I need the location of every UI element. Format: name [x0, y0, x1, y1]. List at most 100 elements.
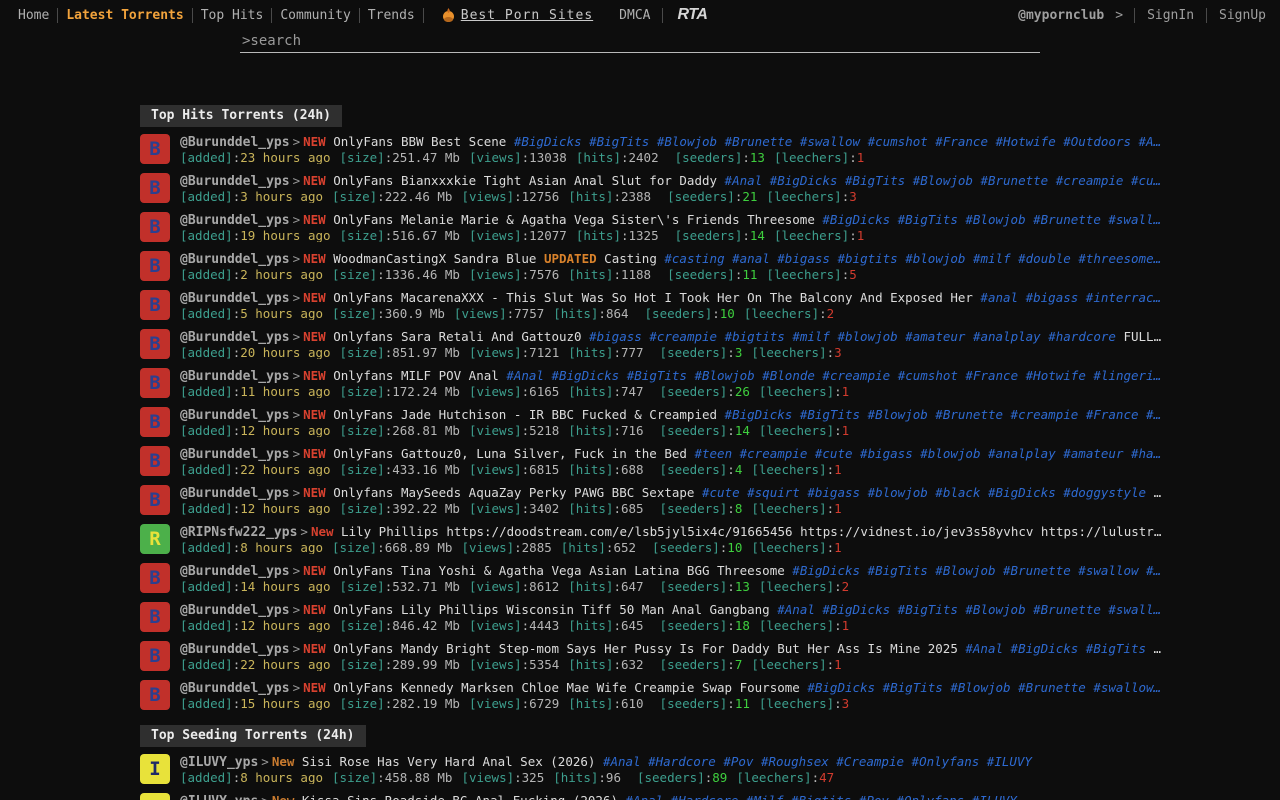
uploader-avatar[interactable]: B	[140, 134, 170, 164]
hashtag-link[interactable]: #BigTits	[1078, 641, 1146, 656]
hashtag-link[interactable]: #Blowjob	[860, 407, 928, 422]
uploader-avatar[interactable]: B	[140, 407, 170, 437]
hashtag-link[interactable]: #BigTits	[860, 563, 928, 578]
uploader-name[interactable]: @ILUVY_yps	[180, 794, 258, 800]
hashtag-link[interactable]: #cumshot	[860, 134, 928, 149]
hashtag-link[interactable]: #BigDicks	[815, 602, 890, 617]
uploader-avatar[interactable]: B	[140, 641, 170, 671]
uploader-avatar[interactable]: B	[140, 290, 170, 320]
hashtag-link[interactable]: #ha…	[1123, 446, 1161, 461]
torrent-title[interactable]: OnlyFans Bianxxxkie Tight Asian Anal Slu…	[333, 173, 717, 188]
hashtag-link[interactable]: #Anal	[958, 641, 1003, 656]
hashtag-link[interactable]: #Blonde	[755, 368, 815, 383]
hashtag-link[interactable]: #creampie	[815, 368, 890, 383]
hashtag-link[interactable]: #BigTits	[582, 134, 650, 149]
hashtag-link[interactable]: #BigTits	[890, 602, 958, 617]
hashtag-link[interactable]: #analplay	[980, 446, 1055, 461]
uploader-avatar[interactable]: I	[140, 754, 170, 784]
hashtag-link[interactable]: #Bigtits	[784, 793, 852, 800]
search-input[interactable]	[240, 31, 1040, 53]
hashtag-link[interactable]: #Hardcore	[663, 793, 738, 800]
torrent-title[interactable]: OnlyFans Tina Yoshi & Agatha Vega Asian …	[333, 563, 785, 578]
hashtag-link[interactable]: #milf	[785, 329, 830, 344]
hashtag-link[interactable]: #cute	[694, 485, 739, 500]
hashtag-link[interactable]: #BigTits	[875, 680, 943, 695]
best-porn-sites-link[interactable]: Best Porn Sites	[461, 8, 593, 23]
uploader-name[interactable]: @Burunddel_yps	[180, 174, 290, 189]
hashtag-link[interactable]: #creampie	[642, 329, 717, 344]
uploader-avatar[interactable]: R	[140, 524, 170, 554]
hashtag-link[interactable]: #blowjob	[898, 251, 966, 266]
hashtag-link[interactable]: #BigDicks	[785, 563, 860, 578]
hashtag-link[interactable]: #bigass	[770, 251, 830, 266]
uploader-name[interactable]: @Burunddel_yps	[180, 564, 290, 579]
hashtag-link[interactable]: #bigass	[853, 446, 913, 461]
hashtag-link[interactable]: #France	[958, 368, 1018, 383]
hashtag-link[interactable]: #BigDicks	[544, 368, 619, 383]
uploader-avatar[interactable]: B	[140, 329, 170, 359]
torrent-title[interactable]: OnlyFans Melanie Marie & Agatha Vega Sis…	[333, 212, 815, 227]
hashtag-link[interactable]: #blowjob	[830, 329, 898, 344]
uploader-name[interactable]: @Burunddel_yps	[180, 642, 290, 657]
hashtag-link[interactable]: #A…	[1131, 134, 1161, 149]
hashtag-link[interactable]: #swallow	[792, 134, 860, 149]
hashtag-link[interactable]: #double	[1011, 251, 1071, 266]
hashtag-link[interactable]: #Onlyfans	[889, 793, 964, 800]
uploader-avatar[interactable]: B	[140, 680, 170, 710]
uploader-name[interactable]: @ILUVY_yps	[180, 755, 258, 770]
hashtag-link[interactable]: #anal	[973, 290, 1018, 305]
hashtag-link[interactable]: #Outdoors	[1056, 134, 1131, 149]
torrent-title[interactable]: WoodmanCastingX Sandra Blue	[333, 251, 536, 266]
torrent-title[interactable]: OnlyFans Mandy Bright Step-mom Says Her …	[333, 641, 958, 656]
uploader-name[interactable]: @Burunddel_yps	[180, 252, 290, 267]
hashtag-link[interactable]: #ILUVY	[964, 793, 1017, 800]
hashtag-link[interactable]: #Brunette	[996, 563, 1071, 578]
uploader-name[interactable]: @Burunddel_yps	[180, 447, 290, 462]
uploader-name[interactable]: @Burunddel_yps	[180, 330, 290, 345]
hashtag-link[interactable]: #Anal	[595, 754, 640, 769]
hashtag-link[interactable]: #Brunette	[928, 407, 1003, 422]
hashtag-link[interactable]: #Pov	[851, 793, 889, 800]
hashtag-link[interactable]: #analplay	[965, 329, 1040, 344]
hashtag-link[interactable]: #swallow	[1071, 563, 1139, 578]
hashtag-link[interactable]: #blowjob	[913, 446, 981, 461]
hashtag-link[interactable]: #swall…	[1101, 602, 1161, 617]
torrent-title[interactable]: OnlyFans Gattouz0, Luna Silver, Fuck in …	[333, 446, 687, 461]
hashtag-link[interactable]: #Blowjob	[943, 680, 1011, 695]
uploader-avatar[interactable]: I	[140, 793, 170, 800]
uploader-name[interactable]: @Burunddel_yps	[180, 408, 290, 423]
hashtag-link[interactable]: #ILUVY	[979, 754, 1032, 769]
hashtag-link[interactable]: #black	[928, 485, 981, 500]
uploader-avatar[interactable]: B	[140, 602, 170, 632]
hashtag-link[interactable]: #bigass	[1018, 290, 1078, 305]
hashtag-link[interactable]: #threesome…	[1071, 251, 1161, 266]
hashtag-link[interactable]: #milf	[965, 251, 1010, 266]
hashtag-link[interactable]: #Brunette	[1026, 212, 1101, 227]
hashtag-link[interactable]: #BigDicks	[717, 407, 792, 422]
hashtag-link[interactable]: #Roughsex	[753, 754, 828, 769]
hashtag-link[interactable]: #…	[1139, 407, 1162, 422]
hashtag-link[interactable]: #swallow…	[1086, 680, 1161, 695]
hashtag-link[interactable]: #Anal	[717, 173, 762, 188]
hashtag-link[interactable]: #BigDicks	[1003, 641, 1078, 656]
uploader-avatar[interactable]: B	[140, 251, 170, 281]
hashtag-link[interactable]: #BigTits	[890, 212, 958, 227]
torrent-title[interactable]: Sisi Rose Has Very Hard Anal Sex (2026)	[302, 754, 596, 769]
nav-home[interactable]: Home	[10, 8, 57, 23]
torrent-title[interactable]: Onlyfans MILF POV Anal	[333, 368, 499, 383]
hashtag-link[interactable]: #anal	[725, 251, 770, 266]
hashtag-link[interactable]: #Onlyfans	[904, 754, 979, 769]
hashtag-link[interactable]: #squirt	[740, 485, 800, 500]
hashtag-link[interactable]: #doggystyle	[1056, 485, 1146, 500]
hashtag-link[interactable]: #creampie	[1003, 407, 1078, 422]
hashtag-link[interactable]: #Blowjob	[687, 368, 755, 383]
hashtag-link[interactable]: #BigDicks	[762, 173, 837, 188]
dmca-link[interactable]: DMCA	[619, 8, 650, 23]
hashtag-link[interactable]: #Hotwife	[988, 134, 1056, 149]
hashtag-link[interactable]: #creampie	[732, 446, 807, 461]
hashtag-link[interactable]: #Hardcore	[641, 754, 716, 769]
nav-community[interactable]: Community	[272, 8, 358, 23]
hashtag-link[interactable]: #Brunette	[973, 173, 1048, 188]
hashtag-link[interactable]: #blowjob	[860, 485, 928, 500]
hashtag-link[interactable]: #amateur	[898, 329, 966, 344]
